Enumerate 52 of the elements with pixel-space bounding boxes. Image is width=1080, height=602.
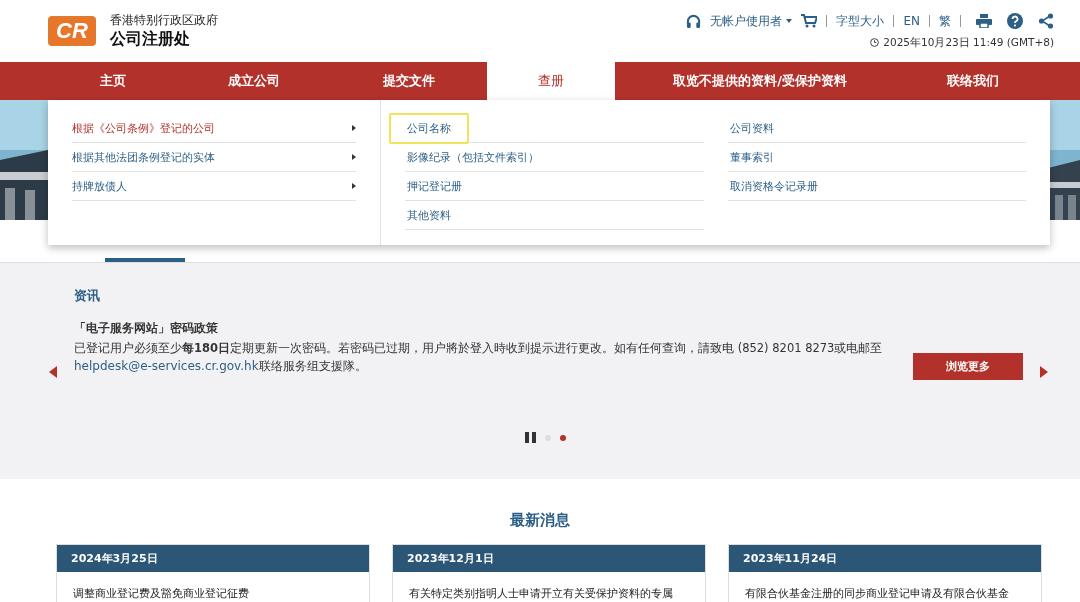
menu-link[interactable]: 押记登记册 — [389, 170, 480, 202]
user-menu[interactable]: 无帐户使用者 — [710, 12, 793, 30]
menu-category[interactable]: 持牌放债人 — [72, 172, 356, 201]
org-name: 香港特别行政区政府 — [110, 12, 218, 29]
news-date: 2024年3月25日 — [57, 545, 369, 572]
news-card[interactable]: 2023年11月24日 有限合伙基金注册的同步商业登记申请及有限合伙基金 — [728, 544, 1042, 602]
headset-icon — [686, 13, 702, 29]
site-title: 公司注册处 — [110, 29, 191, 50]
news-date: 2023年11月24日 — [729, 545, 1041, 572]
chevron-icon — [352, 154, 356, 160]
print-icon[interactable] — [976, 14, 992, 28]
carousel-dot[interactable] — [560, 434, 566, 441]
prev-arrow-icon[interactable] — [49, 366, 57, 378]
menu-link[interactable]: 公司名称 — [389, 112, 469, 144]
menu-link[interactable]: 取消资格令记录册 — [711, 170, 836, 202]
nav-tab[interactable]: 联络我们 — [905, 62, 1040, 100]
section-heading: 资讯 — [74, 287, 101, 305]
cart-icon[interactable] — [801, 14, 818, 28]
chevron-icon — [352, 183, 356, 189]
nav-tab[interactable]: 取览不提供的资料/受保护资料 — [615, 62, 905, 100]
notice-title: 「电子服务网站」密码政策 — [74, 321, 219, 336]
header-link[interactable]: 繁 — [939, 12, 951, 30]
header-link[interactable]: 字型大小 — [836, 12, 885, 30]
news-date: 2023年12月1日 — [393, 545, 705, 572]
section-heading: 最新消息 — [509, 511, 571, 530]
help-icon[interactable] — [1007, 13, 1023, 29]
news-title: 有限合伙基金注册的同步商业登记申请及有限合伙基金 — [744, 586, 1010, 601]
menu-category[interactable]: 根据其他法团条例登记的实体 — [72, 143, 356, 172]
caret-icon — [786, 19, 793, 23]
notice-text: 已登记用户必须至少每180日定期更新一次密码。若密码已过期，用户將於登入時收到提示进行更改。如有任何查询，請致电 (852) 8201 8273或电邮至 helpdesk@e-services.cr.gov.hk联络服务组支援隊。 — [74, 340, 884, 375]
pause-icon[interactable] — [525, 432, 536, 443]
header-link[interactable]: EN — [903, 14, 920, 28]
nav-tab[interactable]: 主页 — [48, 62, 178, 100]
clock-icon — [870, 38, 880, 47]
email-link[interactable]: helpdesk@e-services.cr.gov.hk — [74, 359, 259, 373]
more-button[interactable]: 浏览更多 — [913, 353, 1023, 380]
share-icon[interactable] — [1038, 13, 1054, 29]
next-arrow-icon[interactable] — [1040, 366, 1048, 378]
menu-category[interactable]: 根据《公司条例》登记的公司 — [72, 114, 356, 143]
news-title: 调整商业登记费及豁免商业登记征费 — [72, 586, 250, 601]
menu-link[interactable]: 董事索引 — [711, 141, 792, 173]
nav-tab[interactable]: 成立公司 — [178, 62, 330, 100]
news-title: 有关特定类别指明人士申请开立有关受保护资料的专属 — [408, 586, 674, 601]
menu-link[interactable]: 其他资料 — [389, 199, 469, 231]
nav-tab[interactable]: 提交文件 — [330, 62, 487, 100]
nav-tab[interactable]: 查册 — [487, 62, 615, 100]
news-card[interactable]: 2023年12月1日 有关特定类别指明人士申请开立有关受保护资料的专属 — [392, 544, 706, 602]
news-card[interactable]: 2024年3月25日 调整商业登记费及豁免商业登记征费 — [56, 544, 370, 602]
menu-link[interactable]: 公司资料 — [711, 112, 792, 144]
date-time: 2025年10月23日 11:49 (GMT+8) — [883, 35, 1054, 50]
menu-link[interactable]: 影像纪录（包括文件索引） — [389, 141, 557, 173]
chevron-icon — [352, 125, 356, 131]
